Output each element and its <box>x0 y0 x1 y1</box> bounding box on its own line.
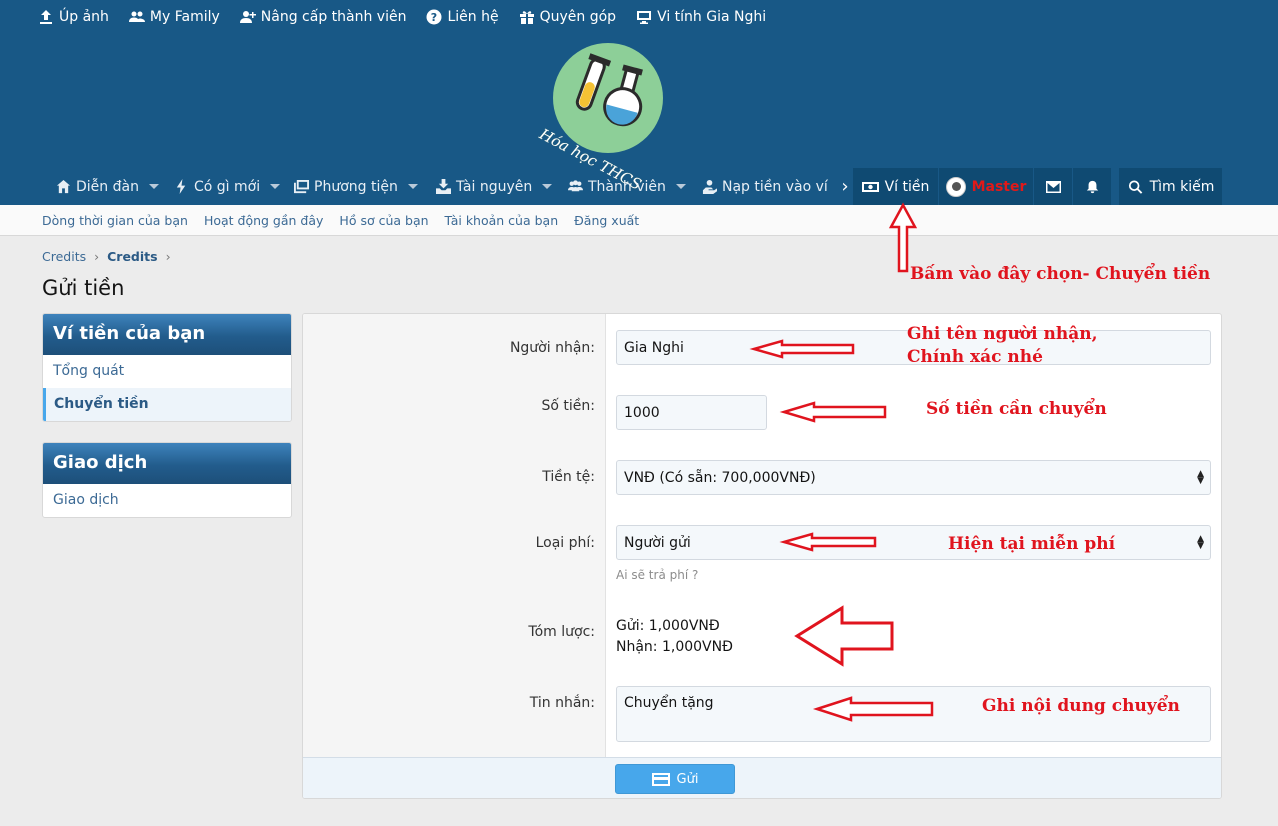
user-hand-icon <box>702 179 717 194</box>
top-nav-contact[interactable]: ? Liên hệ <box>426 9 499 25</box>
site-logo[interactable]: Hóa học THCS <box>537 43 665 194</box>
download-tray-icon <box>436 179 451 194</box>
wallet-block-title: Ví tiền của bạn <box>43 314 291 355</box>
fee-hint: Ai sẽ trả phí ? <box>616 568 699 582</box>
site-header: Úp ảnh My Family Nâng cấp thành viên ? L… <box>0 0 1278 205</box>
tab-members[interactable]: Thành viên <box>568 168 686 205</box>
breadcrumb-item[interactable]: Credits <box>107 249 157 264</box>
left-arrow-annotation <box>779 532 877 552</box>
amount-input[interactable]: 1000 <box>616 395 767 430</box>
wallet-button[interactable]: Ví tiền <box>853 168 938 205</box>
bolt-icon <box>176 179 186 194</box>
breadcrumb-separator-icon: › <box>94 249 100 264</box>
inbox-button[interactable] <box>1034 168 1072 205</box>
fee-label: Loại phí: <box>535 535 595 551</box>
transactions-sidebar-block: Giao dịch Giao dịch <box>42 442 292 518</box>
top-nav-upload[interactable]: Úp ảnh <box>38 9 109 25</box>
top-nav-computer[interactable]: Vi tính Gia Nghi <box>636 9 766 25</box>
top-nav-donate[interactable]: Quyên góp <box>519 9 616 25</box>
credit-card-icon <box>651 772 670 786</box>
question-circle-icon: ? <box>426 9 442 25</box>
chevron-down-icon <box>542 184 553 189</box>
alerts-button[interactable] <box>1073 168 1111 205</box>
summary-arrow-annotation <box>794 605 894 667</box>
currency-label: Tiền tệ: <box>542 469 595 485</box>
annotation-amount: Số tiền cần chuyển <box>926 399 1107 419</box>
subnav-account-link[interactable]: Tài khoản của bạn <box>445 213 559 228</box>
test-tube-flask-icon <box>575 53 643 127</box>
breadcrumb: Credits › Credits › <box>42 249 171 264</box>
search-icon <box>1128 179 1142 194</box>
chevron-down-icon <box>407 184 418 189</box>
tab-whats-new[interactable]: Có gì mới <box>174 168 281 205</box>
money-bill-icon <box>861 181 879 192</box>
svg-text:?: ? <box>431 11 437 24</box>
subnav-recent-activity-link[interactable]: Hoạt động gần đây <box>204 213 323 228</box>
recipient-label: Người nhận: <box>509 340 595 356</box>
annotation-message: Ghi nội dung chuyển <box>982 696 1180 716</box>
user-plus-icon <box>239 11 256 23</box>
gift-icon <box>519 11 534 24</box>
avatar <box>945 176 966 197</box>
summary-send: Gửi: 1,000VNĐ <box>616 618 720 634</box>
left-arrow-annotation <box>779 401 887 423</box>
annotation-recipient-line1: Ghi tên người nhận, <box>907 324 1098 344</box>
chevron-down-icon <box>270 184 281 189</box>
main-nav-tabs: Diễn đàn Có gì mới Phương tiện Tài nguyê… <box>50 168 830 205</box>
users-icon <box>128 11 145 22</box>
annotation-click-here: Bấm vào đây chọn- Chuyển tiền <box>910 264 1211 284</box>
wallet-sidebar-block: Ví tiền của bạn Tổng quát Chuyển tiền <box>42 313 292 422</box>
nav-scroll-right-icon[interactable]: › <box>836 168 854 205</box>
users-icon <box>568 180 583 192</box>
subnav-profile-link[interactable]: Hồ sơ của bạn <box>339 213 428 228</box>
transfer-form: Người nhận: Gia Nghi Số tiền: 1000 Tiền … <box>302 313 1222 799</box>
search-button[interactable]: Tìm kiếm <box>1119 168 1222 205</box>
send-button[interactable]: Gửi <box>615 764 735 794</box>
select-arrows-icon: ▲ ▼ <box>1197 468 1204 486</box>
left-arrow-annotation <box>812 696 934 722</box>
subnav-logout-link[interactable]: Đăng xuất <box>574 213 639 228</box>
tab-resources[interactable]: Tài nguyên <box>436 168 553 205</box>
user-account-button[interactable]: Master <box>939 168 1033 205</box>
annotation-recipient-line2: Chính xác nhé <box>907 347 1043 367</box>
home-icon <box>56 179 71 194</box>
currency-select[interactable]: VNĐ (Có sẵn: 700,000VNĐ) ▲ ▼ <box>616 460 1211 495</box>
top-nav-upgrade[interactable]: Nâng cấp thành viên <box>239 9 406 25</box>
select-arrows-icon: ▲ ▼ <box>1197 533 1204 551</box>
transactions-block-title: Giao dịch <box>43 443 291 484</box>
main-navigation: Diễn đàn Có gì mới Phương tiện Tài nguyê… <box>0 168 1278 205</box>
amount-label: Số tiền: <box>541 398 595 414</box>
up-arrow-annotation <box>888 202 918 273</box>
upload-icon <box>40 10 52 24</box>
chevron-down-icon <box>148 184 159 189</box>
bell-icon <box>1086 180 1098 193</box>
top-navigation: Úp ảnh My Family Nâng cấp thành viên ? L… <box>38 9 766 25</box>
tab-wallet-topup[interactable]: Nạp tiền vào ví <box>702 168 828 205</box>
left-arrow-annotation <box>749 339 855 359</box>
fee-select[interactable]: Người gửi ▲ ▼ <box>616 525 1211 560</box>
tab-forums[interactable]: Diễn đàn <box>56 168 159 205</box>
summary-label: Tóm lược: <box>528 624 595 640</box>
page-title: Gửi tiền <box>42 276 125 300</box>
envelope-icon <box>1045 180 1061 193</box>
top-nav-my-family[interactable]: My Family <box>128 9 220 25</box>
form-footer: Gửi <box>303 757 1221 798</box>
sidebar-item-transactions[interactable]: Giao dịch <box>43 484 291 517</box>
subnav-timeline-link[interactable]: Dòng thời gian của bạn <box>42 213 188 228</box>
tab-media[interactable]: Phương tiện <box>294 168 418 205</box>
sidebar-item-transfer[interactable]: Chuyển tiền <box>43 388 291 421</box>
images-icon <box>294 179 309 194</box>
sub-navigation: Dòng thời gian của bạn Hoạt động gần đây… <box>0 205 1278 236</box>
message-label: Tin nhắn: <box>529 695 595 711</box>
summary-receive: Nhận: 1,000VNĐ <box>616 639 733 655</box>
breadcrumb-separator-icon: › <box>165 249 171 264</box>
breadcrumb-item[interactable]: Credits <box>42 249 86 264</box>
chevron-down-icon <box>675 184 686 189</box>
logo-circle <box>553 43 663 153</box>
annotation-fee: Hiện tại miễn phí <box>948 534 1116 554</box>
sidebar-item-overview[interactable]: Tổng quát <box>43 355 291 388</box>
transfer-summary: Gửi: 1,000VNĐ Nhận: 1,000VNĐ <box>616 616 733 658</box>
desktop-icon <box>637 11 652 24</box>
